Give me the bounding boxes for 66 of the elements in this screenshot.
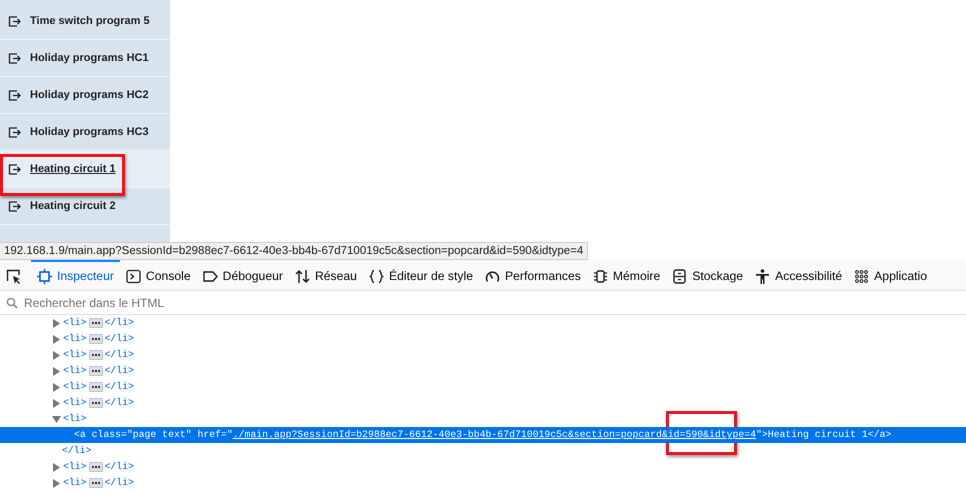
search-icon (6, 296, 18, 308)
ellipsis-icon[interactable] (88, 382, 103, 392)
sidebar-item[interactable]: Holiday programs HC2 (0, 77, 170, 114)
devtools-tab[interactable]: Mémoire (586, 260, 666, 290)
devtools-tab[interactable]: Accessibilité (749, 260, 848, 290)
ellipsis-icon[interactable] (88, 462, 103, 472)
braces-icon (368, 268, 384, 284)
tag-text: <li> (63, 476, 87, 490)
exit-icon (8, 88, 21, 102)
tag-text: <li> (63, 396, 87, 410)
devtools-tab[interactable]: Console (120, 260, 197, 290)
tag-text: </li> (104, 476, 134, 490)
inspector-icon (37, 268, 52, 284)
expand-arrow-icon (52, 414, 61, 424)
devtools-tab[interactable]: Applicatio (848, 260, 934, 290)
href-link[interactable]: ./main.app?SessionId=b2988ec7-6612-40e3-bb4b-67d710019c5c&section=popcard&id=590&idtype=4 (232, 427, 756, 443)
devtools-tab[interactable]: Éditeur de style (362, 260, 479, 290)
ellipsis-icon[interactable] (88, 350, 103, 360)
tag-text: <li> (63, 380, 87, 394)
devtools-tab[interactable]: Débogueur (196, 260, 289, 290)
grid-icon (854, 268, 870, 284)
tag-text: <li> (63, 460, 87, 474)
sidebar-item[interactable]: Holiday programs HC1 (0, 40, 170, 77)
tag-text: </li> (104, 380, 134, 394)
ellipsis-icon[interactable] (88, 334, 103, 344)
tag-text: </li> (104, 460, 134, 474)
ellipsis-icon[interactable] (88, 366, 103, 376)
tag-text: ">Heating circuit 1</a> (756, 428, 892, 442)
tag-text: <li> (63, 412, 87, 426)
ellipsis-icon[interactable] (88, 318, 103, 328)
chip-icon (592, 268, 608, 284)
ellipsis-icon[interactable] (88, 478, 103, 488)
tag-text: <a class="page text" href=" (74, 428, 233, 442)
ellipsis-icon[interactable] (88, 398, 103, 408)
status-url: 192.168.1.9/main.app?SessionId=b2988ec7-6612-40e3-bb4b-67d710019c5c&section=popcard&id=590&idtype=4 (0, 242, 588, 260)
gauge-icon (484, 268, 500, 284)
storage-icon (672, 268, 688, 284)
exit-icon (8, 199, 21, 213)
exit-icon (8, 51, 21, 65)
devtools-tab[interactable]: Stockage (666, 260, 750, 290)
sidebar-item[interactable]: Time switch program 5 (0, 3, 170, 40)
tag-icon (202, 268, 218, 284)
element-picker-icon (6, 268, 21, 284)
tag-text: </li> (104, 396, 134, 410)
sidebar-item[interactable]: Heating circuit 1 (0, 151, 170, 188)
tag-text: <li> (63, 316, 87, 330)
tag-text: </li> (104, 316, 134, 330)
devtools-tab[interactable]: Réseau (288, 260, 363, 290)
tag-text: <li> (63, 332, 87, 346)
person-icon (755, 268, 770, 284)
exit-icon (8, 125, 21, 139)
arrows-icon (294, 268, 310, 284)
exit-icon (8, 14, 21, 28)
selected-node-row[interactable]: <a class="page text" href="./main.app?SessionId=b2988ec7-6612-40e3-bb4b-67d710019c5c&section=popcard&id=590&idtype=4">Heating circuit 1</a> (0, 427, 966, 443)
tag-text: </li> (62, 444, 92, 458)
tag-text: </li> (104, 348, 134, 362)
console-icon (126, 268, 141, 284)
tag-text: <li> (63, 364, 87, 378)
devtools-tab[interactable]: Inspecteur (31, 260, 120, 290)
devtools-tab[interactable]: Performances (478, 260, 587, 290)
search-field[interactable]: Rechercher dans le HTML (22, 292, 966, 312)
tag-text: <li> (63, 348, 87, 362)
tag-text: </li> (104, 364, 134, 378)
tag-text: </li> (104, 332, 134, 346)
exit-icon (8, 162, 21, 176)
sidebar-item[interactable]: Heating circuit 2 (0, 188, 170, 225)
